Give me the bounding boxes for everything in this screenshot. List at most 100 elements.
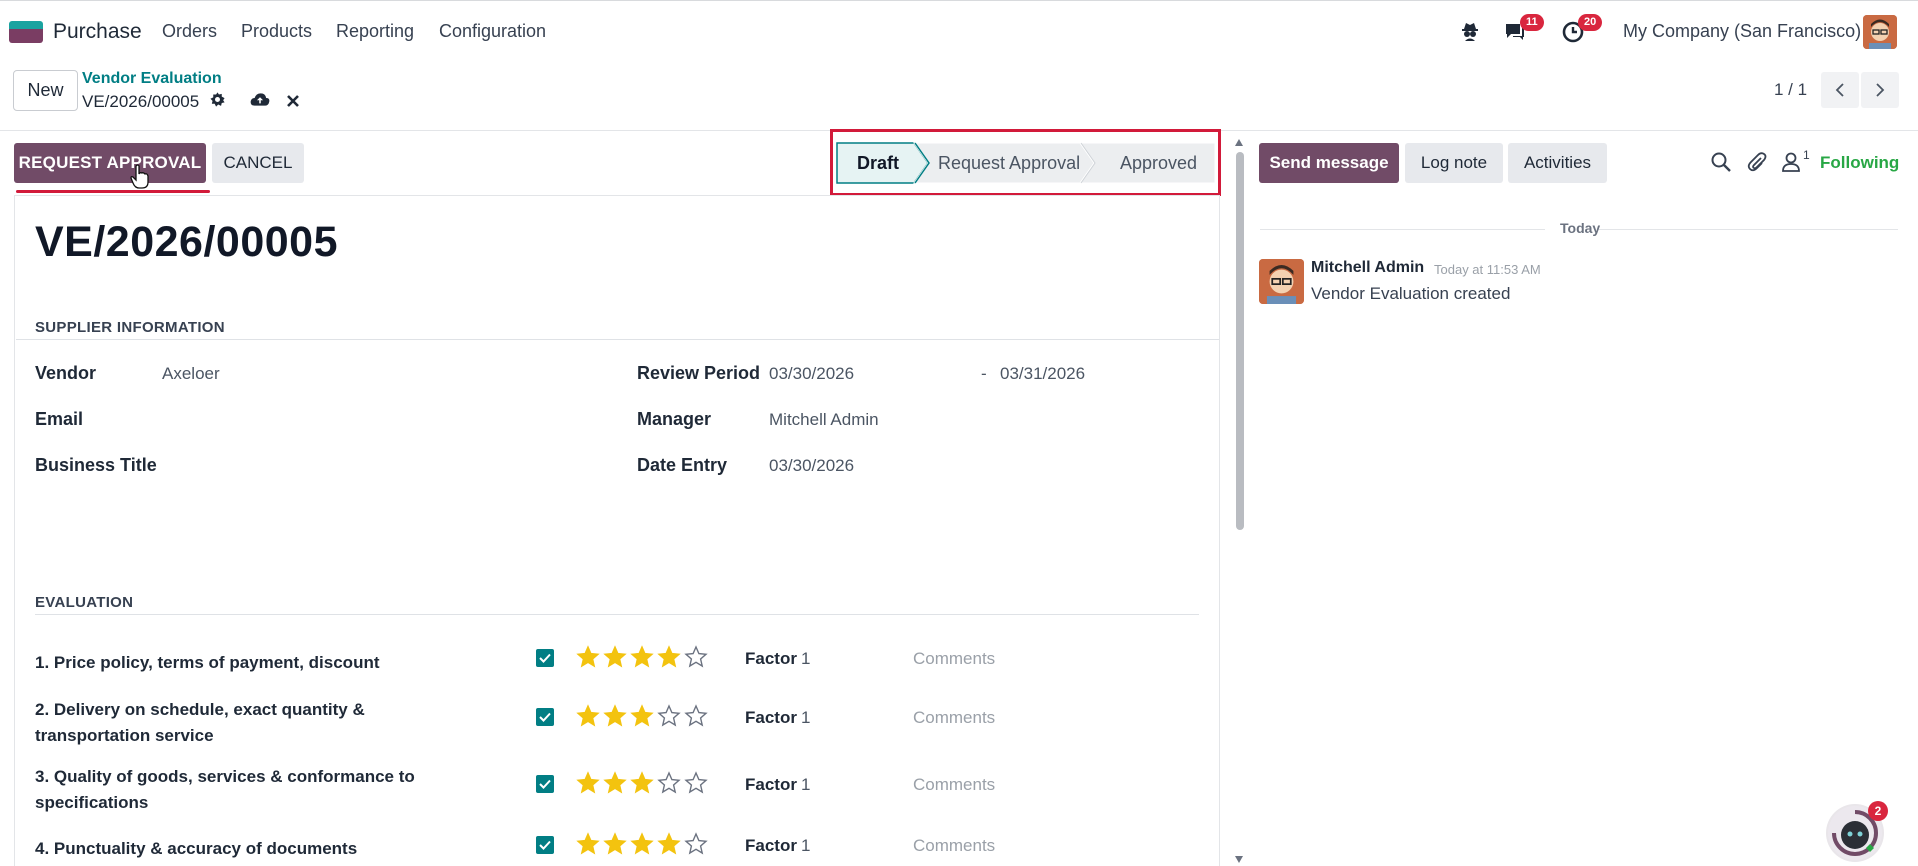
star-rating[interactable] [576,771,708,795]
star-empty-icon[interactable] [684,832,708,856]
criterion-label: 3. Quality of goods, services & conforma… [35,767,415,812]
date-entry-field[interactable]: 03/30/2026 [769,456,854,476]
review-period-label: Review Period [637,363,761,383]
day-separator-line [1598,229,1898,230]
top-navbar: Purchase Orders Products Reporting Confi… [0,0,1918,62]
livechat-badge: 2 [1868,801,1888,821]
day-separator-line [1260,229,1545,230]
criterion-checkbox[interactable] [536,649,554,667]
message-time: Today at 11:53 AM [1434,262,1541,277]
review-separator: - [981,364,987,383]
cloud-upload-icon[interactable] [250,91,270,113]
menu-reporting[interactable]: Reporting [336,21,414,42]
evaluation-section-title: EVALUATION [35,594,134,611]
star-filled-icon[interactable] [603,645,627,669]
paperclip-icon[interactable] [1746,151,1768,178]
criterion-label: 4. Punctuality & accuracy of documents [35,839,358,858]
factor-label: Factor [745,708,797,727]
section-divider [35,614,1199,615]
scrollbar-thumb[interactable] [1236,152,1244,530]
company-switcher[interactable]: My Company (San Francisco) [1623,21,1861,42]
star-filled-icon[interactable] [657,832,681,856]
breadcrumb-current: VE/2026/00005 [82,92,200,111]
log-note-button[interactable]: Log note [1405,143,1503,183]
factor-field[interactable]: 1 [801,649,810,669]
gear-icon[interactable] [209,91,226,113]
message-author-avatar[interactable] [1259,259,1304,304]
comments-field[interactable]: Comments [913,836,995,856]
new-button[interactable]: New [13,70,78,111]
day-separator-label: Today [1560,220,1601,236]
star-filled-icon[interactable] [603,771,627,795]
spy-icon[interactable] [1458,19,1484,45]
cancel-button[interactable]: CANCEL [212,143,304,183]
criterion-checkbox[interactable] [536,708,554,726]
comments-field[interactable]: Comments [913,708,995,728]
star-filled-icon[interactable] [603,704,627,728]
star-empty-icon[interactable] [684,771,708,795]
star-rating[interactable] [576,704,708,728]
send-message-button[interactable]: Send message [1259,143,1399,183]
factor-field[interactable]: 1 [801,836,810,856]
followers-icon[interactable] [1781,151,1801,178]
stage-approved[interactable]: Approved [1120,153,1197,174]
comments-field[interactable]: Comments [913,775,995,795]
business-title-label: Business Title [35,455,157,475]
activities-badge: 20 [1578,14,1603,31]
star-filled-icon[interactable] [630,645,654,669]
star-filled-icon[interactable] [576,771,600,795]
request-approval-button[interactable]: REQUEST APPROVAL [14,143,206,183]
followers-count: 1 [1803,148,1810,162]
criterion-label: 2. Delivery on schedule, exact quantity … [35,700,365,745]
star-filled-icon[interactable] [576,704,600,728]
vendor-field[interactable]: Axeloer [162,364,220,384]
manager-field[interactable]: Mitchell Admin [769,410,879,430]
review-start-field[interactable]: 03/30/2026 [769,364,854,384]
discard-close-icon[interactable] [286,93,300,113]
pager-previous-button[interactable] [1821,72,1859,108]
factor-field[interactable]: 1 [801,775,810,795]
star-empty-icon[interactable] [684,704,708,728]
factor-field[interactable]: 1 [801,708,810,728]
search-icon[interactable] [1710,151,1732,178]
star-filled-icon[interactable] [630,771,654,795]
hand-cursor-icon [130,164,150,195]
following-status[interactable]: Following [1820,153,1899,173]
star-empty-icon[interactable] [657,704,681,728]
messages-badge: 11 [1520,14,1544,31]
record-title: VE/2026/00005 [35,218,338,266]
star-filled-icon[interactable] [576,645,600,669]
comments-field[interactable]: Comments [913,649,995,669]
stage-draft[interactable]: Draft [857,153,899,174]
date-entry-label: Date Entry [637,455,728,475]
menu-products[interactable]: Products [241,21,312,42]
section-divider [16,339,1219,340]
star-empty-icon[interactable] [684,645,708,669]
star-filled-icon[interactable] [630,704,654,728]
pager-next-button[interactable] [1861,72,1899,108]
star-filled-icon[interactable] [657,645,681,669]
menu-orders[interactable]: Orders [162,21,217,42]
purchase-app-icon[interactable] [9,21,43,43]
star-rating[interactable] [576,832,708,856]
star-empty-icon[interactable] [657,771,681,795]
factor-label: Factor [745,836,797,855]
star-filled-icon[interactable] [630,832,654,856]
user-avatar[interactable] [1863,15,1897,49]
star-rating[interactable] [576,645,708,669]
supplier-section-title: SUPPLIER INFORMATION [35,319,225,336]
pager-value[interactable]: 1 / 1 [1774,80,1807,100]
stage-request-approval[interactable]: Request Approval [938,153,1080,174]
app-name[interactable]: Purchase [53,20,142,44]
menu-configuration[interactable]: Configuration [439,21,546,42]
criterion-checkbox[interactable] [536,836,554,854]
star-filled-icon[interactable] [603,832,627,856]
criterion-checkbox[interactable] [536,775,554,793]
activities-button[interactable]: Activities [1508,143,1607,183]
message-author[interactable]: Mitchell Admin [1311,259,1424,277]
email-label: Email [35,409,84,429]
vendor-label: Vendor [35,363,97,383]
review-end-field[interactable]: 03/31/2026 [1000,364,1085,384]
breadcrumb-parent[interactable]: Vendor Evaluation [82,70,222,88]
star-filled-icon[interactable] [576,832,600,856]
